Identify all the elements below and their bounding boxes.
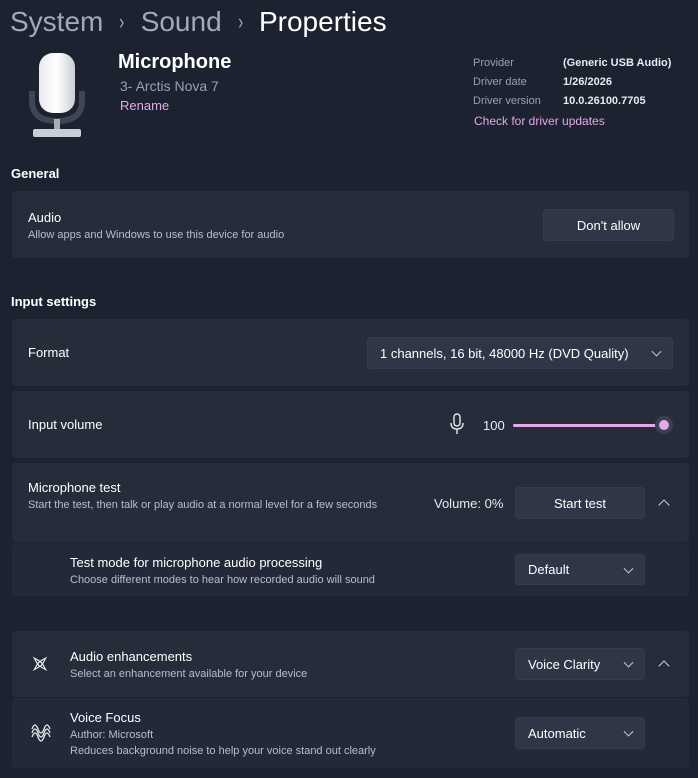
device-subtitle: 3- Arctis Nova 7	[120, 78, 219, 94]
device-name: Microphone	[118, 51, 232, 73]
chevron-down-icon	[651, 346, 662, 357]
voice-focus-title: Voice Focus	[70, 710, 141, 725]
test-mode-card: Test mode for microphone audio processin…	[12, 543, 689, 596]
provider-value: (Generic USB Audio)	[563, 57, 672, 69]
provider-label: Provider	[473, 57, 514, 69]
rename-link[interactable]: Rename	[120, 98, 169, 113]
input-volume-slider-track[interactable]	[513, 424, 664, 427]
chevron-down-icon	[623, 563, 634, 574]
chevron-down-icon	[623, 657, 634, 668]
format-dropdown[interactable]: 1 channels, 16 bit, 48000 Hz (DVD Qualit…	[367, 337, 673, 369]
audio-enhancements-dropdown[interactable]: Voice Clarity	[515, 648, 645, 680]
voice-focus-description: Reduces background noise to help your vo…	[70, 745, 376, 757]
voice-focus-card: Voice Focus Author: Microsoft Reduces ba…	[12, 698, 689, 768]
driver-date-value: 1/26/2026	[563, 76, 612, 88]
audio-enhancements-description: Select an enhancement available for your…	[70, 668, 308, 680]
format-label: Format	[28, 345, 70, 360]
chevron-up-icon[interactable]	[658, 499, 670, 511]
microphone-test-description: Start the test, then talk or play audio …	[28, 499, 378, 511]
audio-description: Allow apps and Windows to use this devic…	[28, 229, 285, 241]
driver-date-label: Driver date	[473, 76, 527, 88]
format-value: 1 channels, 16 bit, 48000 Hz (DVD Qualit…	[380, 345, 629, 361]
slider-thumb-dot	[659, 420, 669, 430]
test-mode-dropdown[interactable]: Default	[515, 554, 645, 585]
sparkle-icon	[32, 656, 48, 672]
breadcrumb-system[interactable]: System	[10, 6, 103, 38]
breadcrumb-separator: ›	[237, 9, 243, 34]
microphone-test-volume: Volume: 0%	[434, 496, 504, 511]
voice-focus-icon	[31, 724, 51, 742]
microphone-test-title: Microphone test	[28, 480, 121, 495]
chevron-down-icon	[623, 726, 634, 737]
audio-enhancements-title: Audio enhancements	[70, 649, 193, 664]
test-mode-description: Choose different modes to hear how recor…	[70, 574, 375, 586]
breadcrumb-separator: ›	[119, 9, 125, 34]
voice-focus-author: Author: Microsoft	[70, 729, 154, 741]
audio-enhancements-card: Audio enhancements Select an enhancement…	[12, 631, 689, 697]
input-settings-section-title: Input settings	[11, 294, 97, 309]
audio-title: Audio	[28, 210, 62, 225]
microphone-device-icon	[29, 53, 85, 137]
voice-focus-value: Automatic	[528, 725, 586, 741]
input-volume-slider-thumb[interactable]	[655, 416, 673, 434]
audio-enhancements-value: Voice Clarity	[528, 656, 601, 672]
voice-focus-dropdown[interactable]: Automatic	[515, 717, 645, 749]
general-section-title: General	[11, 166, 60, 181]
check-driver-updates-link[interactable]: Check for driver updates	[474, 114, 605, 128]
breadcrumb-properties: Properties	[258, 6, 387, 37]
microphone-test-card: Microphone test Start the test, then tal…	[12, 463, 689, 542]
dont-allow-button[interactable]: Don't allow	[543, 209, 674, 241]
format-card: Format 1 channels, 16 bit, 48000 Hz (DVD…	[12, 319, 689, 386]
start-test-button[interactable]: Start test	[515, 487, 645, 519]
chevron-up-icon[interactable]	[658, 660, 670, 672]
driver-version-value: 10.0.26100.7705	[563, 95, 646, 107]
audio-card: Audio Allow apps and Windows to use this…	[12, 191, 689, 258]
test-mode-title: Test mode for microphone audio processin…	[70, 555, 323, 570]
test-mode-value: Default	[528, 562, 570, 577]
input-volume-value: 100	[483, 418, 505, 433]
breadcrumb: System › Sound › Properties	[10, 4, 387, 40]
input-volume-label: Input volume	[28, 417, 103, 432]
driver-version-label: Driver version	[473, 95, 541, 107]
breadcrumb-sound[interactable]: Sound	[141, 6, 222, 38]
microphone-icon[interactable]	[449, 413, 465, 435]
